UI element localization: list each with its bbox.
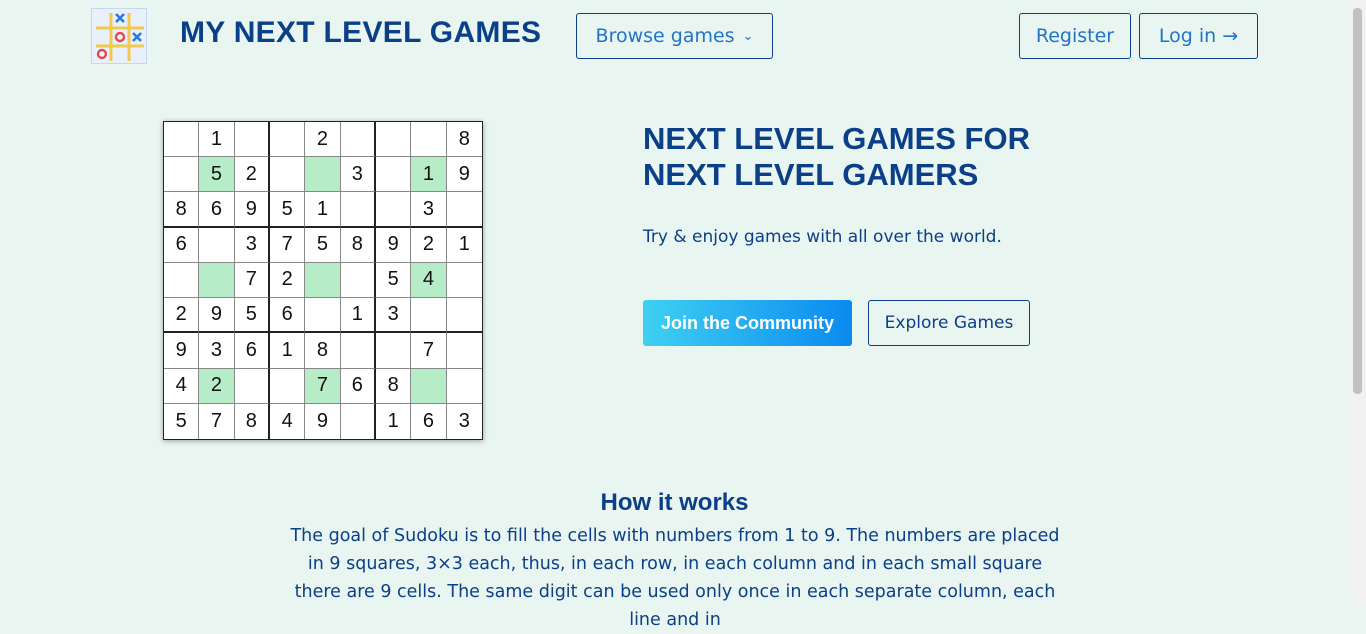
sudoku-cell[interactable] [375,192,412,228]
sudoku-cell[interactable]: 2 [305,122,341,158]
sudoku-cell[interactable]: 6 [411,403,447,439]
sudoku-cell[interactable]: 1 [375,403,412,439]
sudoku-cell[interactable]: 4 [269,403,306,439]
sudoku-cell[interactable]: 3 [199,333,235,369]
sudoku-cell[interactable] [305,157,341,193]
sudoku-cell[interactable] [375,333,412,369]
sudoku-cell[interactable] [340,192,376,228]
sudoku-cell[interactable] [411,298,447,334]
sudoku-cell[interactable] [446,333,482,369]
sudoku-cell[interactable]: 5 [164,403,200,439]
sudoku-cell[interactable] [234,368,270,404]
sudoku-cell[interactable]: 5 [199,157,235,193]
scrollbar-thumb[interactable] [1353,8,1362,394]
sudoku-cell[interactable] [375,157,412,193]
sudoku-cell[interactable] [340,403,376,439]
sudoku-cell[interactable] [164,157,200,193]
sudoku-cell[interactable]: 4 [411,262,447,299]
sudoku-cell[interactable]: 9 [446,157,482,193]
sudoku-cell[interactable]: 3 [375,298,412,334]
register-button[interactable]: Register [1019,13,1131,59]
sudoku-cell[interactable]: 7 [411,333,447,369]
sudoku-cell[interactable]: 2 [269,262,306,299]
sudoku-cell[interactable]: 1 [305,192,341,228]
sudoku-cell[interactable] [411,368,447,404]
sudoku-cell[interactable] [340,262,376,299]
sudoku-cell[interactable]: 8 [340,227,376,263]
sudoku-cell[interactable]: 6 [234,333,270,369]
sudoku-cell[interactable] [305,298,341,334]
sudoku-cell[interactable]: 9 [164,333,200,369]
sudoku-cell[interactable]: 8 [234,403,270,439]
sudoku-cell[interactable]: 9 [234,192,270,228]
top-navigation: MY NEXT LEVEL GAMES Browse games ⌄ Regis… [0,0,1349,72]
sudoku-cell[interactable]: 5 [305,227,341,263]
sudoku-cell[interactable] [234,122,270,158]
sudoku-cell[interactable] [199,227,235,263]
chevron-down-icon: ⌄ [742,28,754,44]
sudoku-cell[interactable]: 3 [234,227,270,263]
hero-subtitle: Try & enjoy games with all over the worl… [643,227,1002,247]
sudoku-cell[interactable] [446,192,482,228]
sudoku-cell[interactable]: 1 [340,298,376,334]
hero-title: NEXT LEVEL GAMES FOR NEXT LEVEL GAMERS [643,121,1030,192]
sudoku-cell[interactable] [269,368,306,404]
sudoku-cell[interactable]: 2 [234,157,270,193]
sudoku-cell[interactable]: 6 [269,298,306,334]
sudoku-cell[interactable]: 8 [446,122,482,158]
how-it-works-text: The goal of Sudoku is to fill the cells … [290,526,1060,630]
sudoku-cell[interactable] [340,122,376,158]
sudoku-cell[interactable]: 1 [269,333,306,369]
sudoku-cell[interactable]: 5 [375,262,412,299]
login-button[interactable]: Log in → [1139,13,1258,59]
sudoku-cell[interactable] [446,262,482,299]
sudoku-cell[interactable]: 6 [199,192,235,228]
sudoku-cell[interactable] [164,122,200,158]
site-brand-title[interactable]: MY NEXT LEVEL GAMES [180,16,541,50]
sudoku-cell[interactable]: 5 [234,298,270,334]
sudoku-cell[interactable]: 2 [199,368,235,404]
sudoku-cell[interactable]: 1 [446,227,482,263]
sudoku-cell[interactable]: 4 [164,368,200,404]
sudoku-cell[interactable]: 2 [411,227,447,263]
page-scrollbar[interactable] [1349,0,1366,606]
sudoku-cell[interactable]: 6 [164,227,200,263]
explore-games-button[interactable]: Explore Games [868,300,1030,346]
sudoku-cell[interactable]: 7 [199,403,235,439]
sudoku-cell[interactable] [269,122,306,158]
browse-games-dropdown[interactable]: Browse games ⌄ [576,13,773,59]
tic-tac-toe-logo-icon[interactable] [91,8,147,64]
join-community-button[interactable]: Join the Community [643,300,852,346]
sudoku-cell[interactable]: 2 [164,298,200,334]
sudoku-cell[interactable]: 7 [234,262,270,299]
sudoku-cell[interactable]: 5 [269,192,306,228]
sudoku-cell[interactable] [305,262,341,299]
sudoku-cell[interactable] [375,122,412,158]
sudoku-cell[interactable]: 7 [305,368,341,404]
sudoku-cell[interactable] [164,262,200,299]
how-it-works-heading: How it works [600,489,749,516]
sudoku-cell[interactable]: 9 [375,227,412,263]
sudoku-cell[interactable]: 3 [411,192,447,228]
sudoku-cell[interactable] [199,262,235,299]
sudoku-cell[interactable]: 7 [269,227,306,263]
sudoku-board: 1285231986951363758921725429561393618742… [163,121,483,440]
sudoku-cell[interactable]: 8 [164,192,200,228]
sudoku-cell[interactable] [446,298,482,334]
sudoku-cell[interactable]: 3 [340,157,376,193]
sudoku-cell[interactable] [340,333,376,369]
sudoku-cell[interactable]: 1 [411,157,447,193]
sudoku-cell[interactable]: 6 [340,368,376,404]
sudoku-cell[interactable] [411,122,447,158]
sudoku-cell[interactable]: 3 [446,403,482,439]
sudoku-cell[interactable] [446,368,482,404]
browse-games-label: Browse games [595,25,735,47]
sudoku-cell[interactable]: 8 [375,368,412,404]
sudoku-cell[interactable]: 9 [305,403,341,439]
sudoku-cell[interactable]: 8 [305,333,341,369]
sudoku-cell[interactable] [269,157,306,193]
sudoku-cell[interactable]: 1 [199,122,235,158]
sudoku-cell[interactable]: 9 [199,298,235,334]
